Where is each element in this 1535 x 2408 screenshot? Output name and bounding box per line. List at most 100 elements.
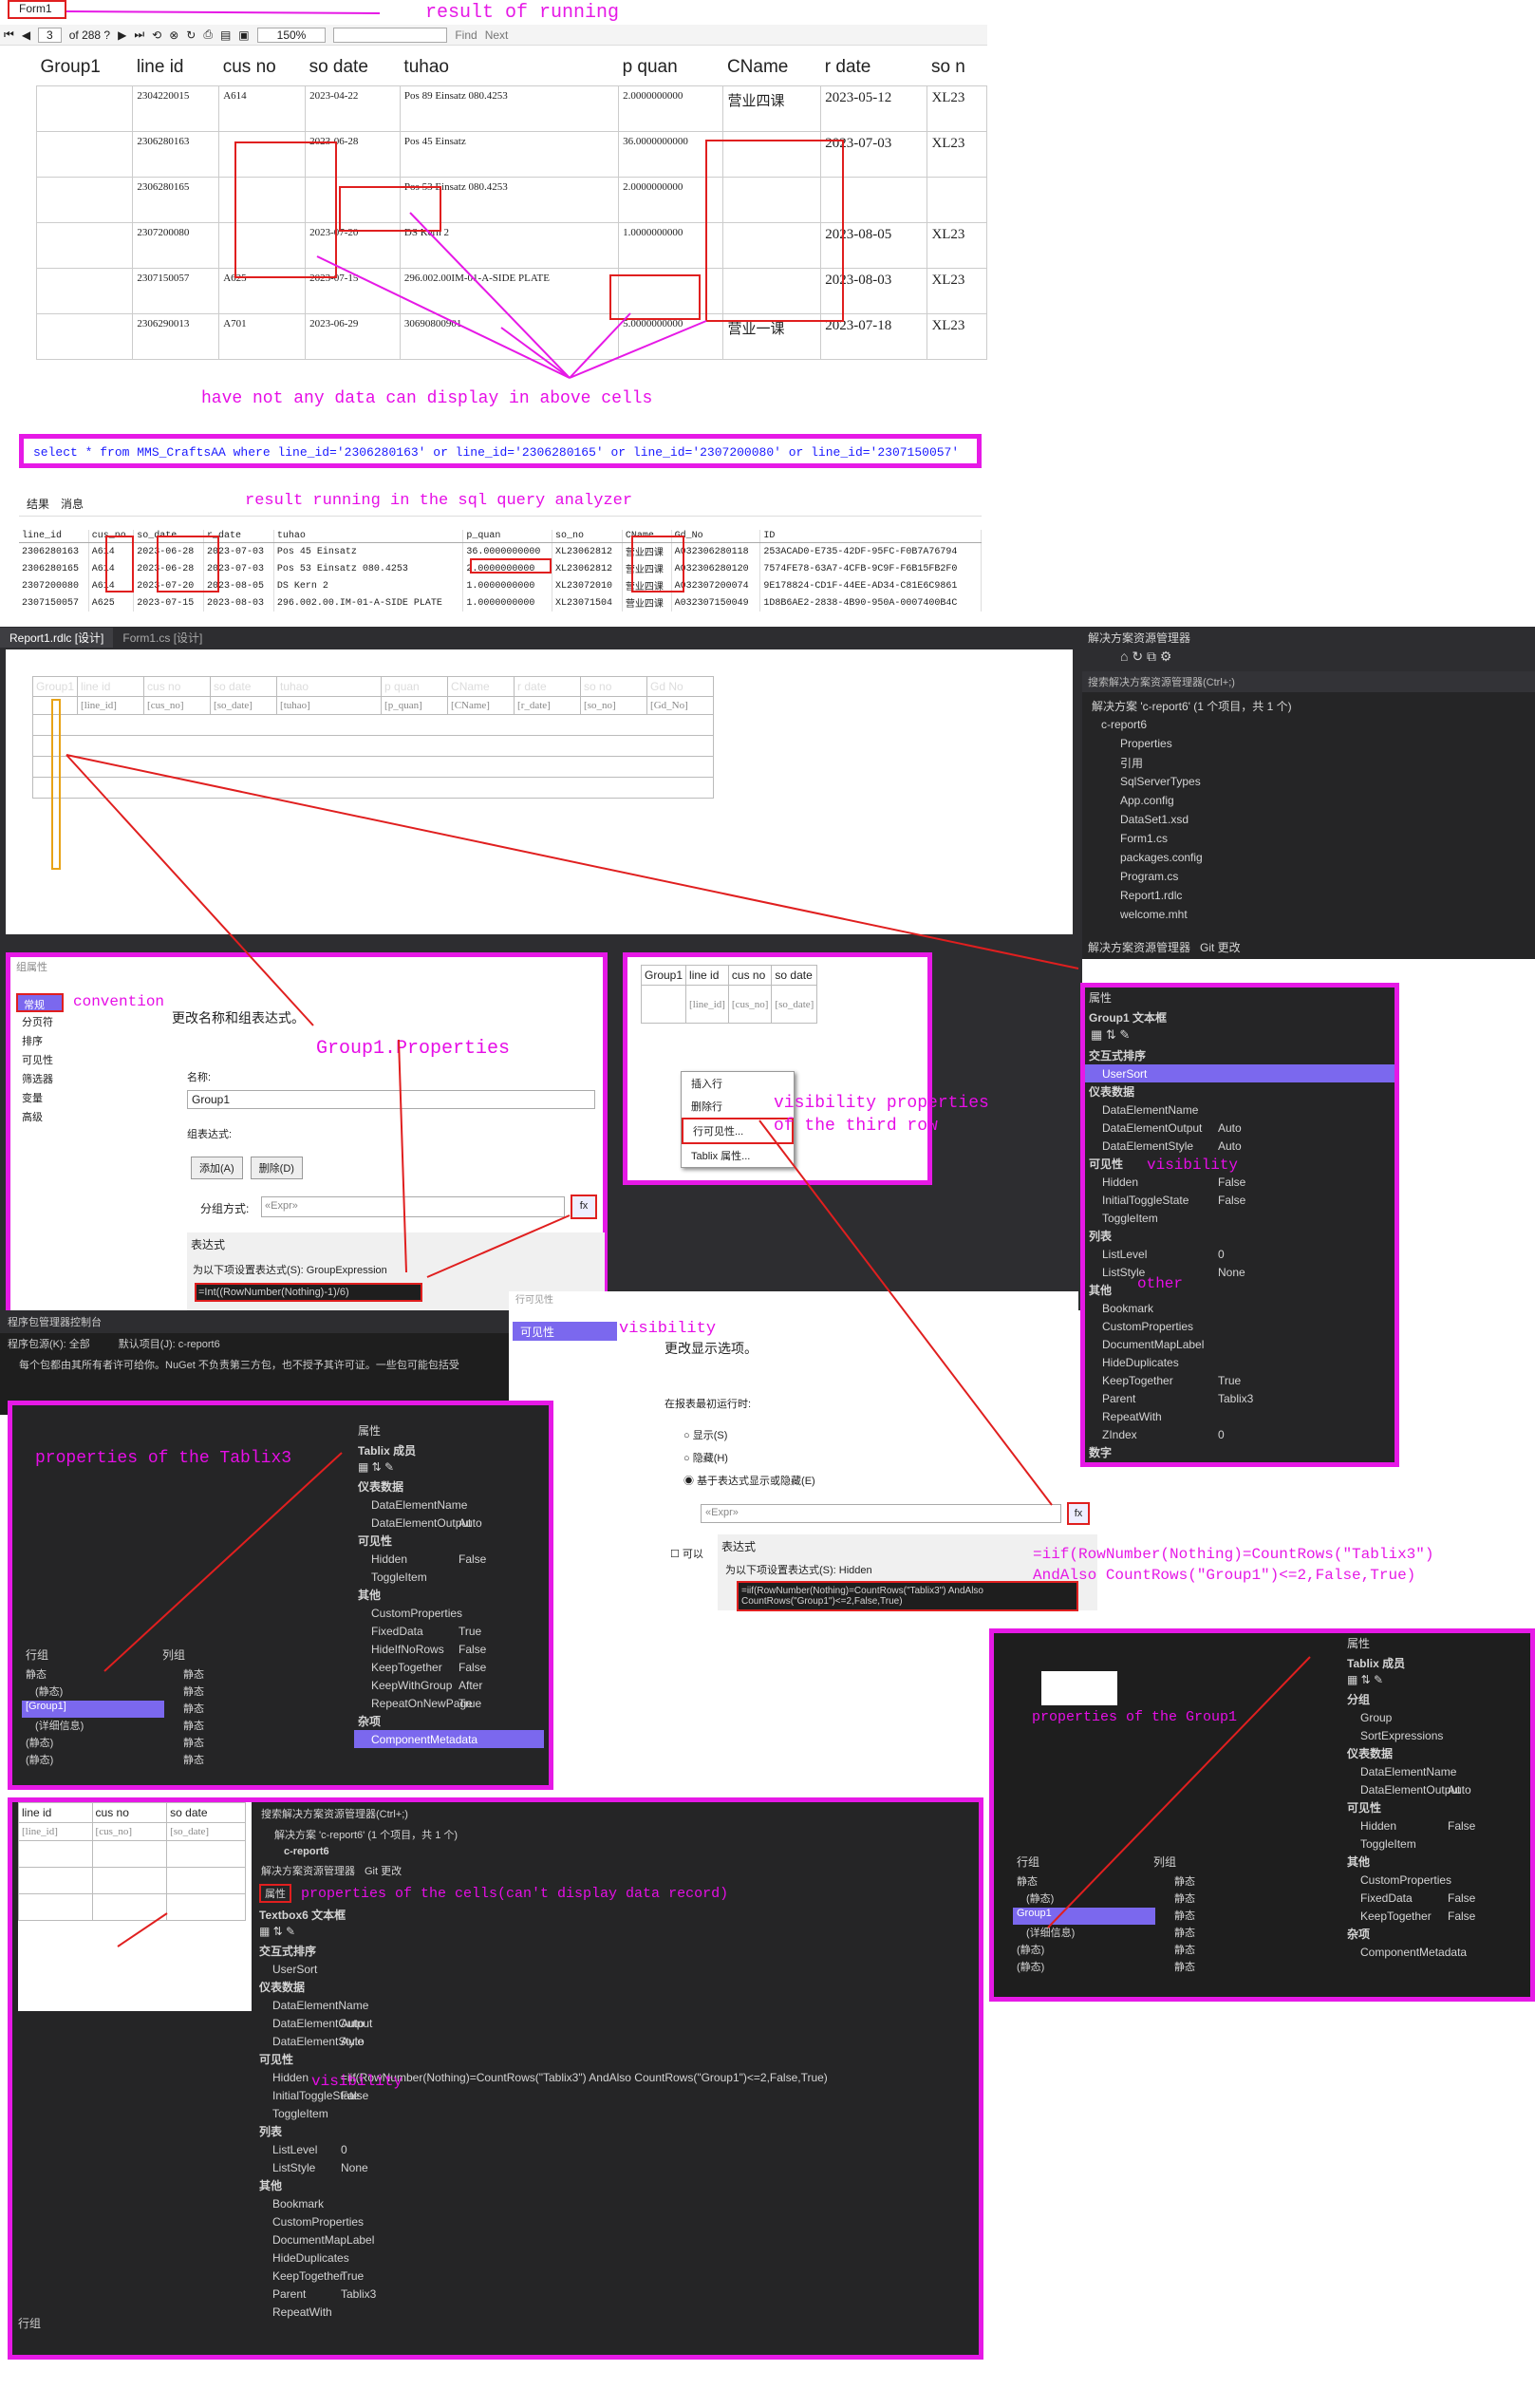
prop-category[interactable]: 可见性 (1085, 1155, 1395, 1173)
layout-icon[interactable]: ▤ (220, 28, 231, 42)
row-group-member[interactable]: 静态 (22, 1666, 164, 1684)
first-page-icon[interactable]: ⏮ (4, 28, 14, 42)
solution-item[interactable]: DataSet1.xsd (1092, 810, 1535, 829)
prop-row[interactable]: DataElementOutput Auto (255, 2014, 983, 2032)
prop-value[interactable]: 0 (1218, 1248, 1395, 1261)
print-icon[interactable]: ⎙ (203, 28, 213, 42)
radio-selected-icon[interactable]: ◉ (683, 1476, 697, 1487)
prop-value[interactable]: False (1448, 1819, 1533, 1833)
prop-row[interactable]: DocumentMapLabel (1085, 1335, 1395, 1353)
prop-row[interactable]: RepeatOnNewPage True (354, 1694, 544, 1712)
prop-category[interactable]: 其他 (255, 2176, 983, 2194)
prop-row[interactable]: DataElementName (354, 1496, 544, 1514)
prop-row[interactable]: ListStyle None (1085, 1263, 1395, 1281)
find-input[interactable] (333, 27, 448, 43)
prop-row[interactable]: CustomProperties (354, 1604, 544, 1622)
solution-item[interactable]: c-report6 (1092, 715, 1535, 734)
sql-query[interactable]: select * from MMS_CraftsAA where line_id… (19, 434, 982, 468)
prop-row[interactable]: Parent Tablix3 (255, 2285, 983, 2303)
prop-row[interactable]: ComponentMetadata (1343, 1943, 1533, 1961)
prop-row[interactable]: Bookmark (1085, 1299, 1395, 1317)
prop-row[interactable]: DataElementName (1085, 1101, 1395, 1119)
prop-row[interactable]: ToggleItem (354, 1568, 544, 1586)
prop-row[interactable]: DataElementStyle Auto (255, 2032, 983, 2050)
pm-project[interactable]: 默认项目(J): c-report6 (119, 1336, 220, 1351)
add-button[interactable]: 添加(A) (191, 1157, 243, 1179)
visibility-option[interactable]: ○ 显示(S) (683, 1424, 815, 1447)
delete-button[interactable]: 删除(D) (250, 1157, 303, 1179)
row-group-member[interactable]: (静态) (22, 1735, 164, 1752)
prop-value[interactable]: False (459, 1552, 544, 1566)
groupdlg-nav-item[interactable]: 常规 (16, 993, 64, 1012)
prop-value[interactable]: False (1218, 1176, 1395, 1189)
prop-value[interactable]: True (1218, 1374, 1395, 1387)
col-group-member[interactable]: 静态 (183, 1718, 326, 1735)
vis-fx-button[interactable]: fx (1067, 1502, 1090, 1525)
t3-toolbar[interactable]: ▦ ⇅ ✎ (354, 1460, 544, 1477)
prop-row[interactable]: Bookmark (255, 2194, 983, 2212)
prop-category[interactable]: 仪表数据 (255, 1978, 983, 1996)
cell-grid-field[interactable]: [line_id] (18, 1822, 93, 1841)
prop-category[interactable]: 交互式排序 (255, 1942, 983, 1960)
tab-git[interactable]: Git 更改 (1200, 939, 1241, 955)
prop-category[interactable]: 可见性 (354, 1532, 544, 1550)
prop-row[interactable]: HideDuplicates (1085, 1353, 1395, 1371)
prop-row[interactable]: DataElementOutput Auto (1085, 1119, 1395, 1137)
cell-toolbar[interactable]: ▦ ⇅ ✎ (255, 1925, 983, 1942)
col-group-member[interactable]: 静态 (183, 1752, 326, 1769)
solution-item[interactable]: Report1.rdlc (1092, 886, 1535, 905)
row-group-member[interactable]: (静态) (22, 1752, 164, 1769)
design-field[interactable]: [r_date] (514, 696, 582, 715)
prop-row[interactable]: Parent Tablix3 (1085, 1389, 1395, 1407)
last-page-icon[interactable]: ⏭ (134, 28, 144, 42)
prop-row[interactable]: HideDuplicates (255, 2248, 983, 2267)
prop-row[interactable]: RepeatWith (1085, 1407, 1395, 1425)
group-expr-select[interactable]: «Expr» (261, 1196, 565, 1217)
prop-value[interactable]: Auto (459, 1516, 544, 1530)
prop-row[interactable]: FixedData True (354, 1622, 544, 1640)
prop-category[interactable]: 其他 (354, 1586, 544, 1604)
pm-source[interactable]: 程序包源(K): 全部 (8, 1336, 90, 1351)
prop-category[interactable]: 可见性 (1343, 1798, 1533, 1816)
prop-category[interactable]: 其他 (1343, 1853, 1533, 1871)
prop-value[interactable]: False (459, 1661, 544, 1674)
prop-row[interactable]: KeepTogether False (1343, 1907, 1533, 1925)
prop-row[interactable]: UserSort (1085, 1064, 1395, 1082)
solution-item[interactable]: SqlServerTypes (1092, 772, 1535, 791)
stop-icon[interactable]: ⊗ (169, 28, 178, 42)
col-group-member[interactable]: 静态 (183, 1701, 326, 1718)
cell-grid-field[interactable]: [so_date] (166, 1822, 246, 1841)
design-field[interactable]: [tuhao] (276, 696, 383, 715)
cell-grid-header[interactable]: so date (166, 1802, 246, 1823)
tab-report-design[interactable]: Report1.rdlc [设计] (0, 627, 114, 648)
row-group-member[interactable]: (详细信息) (1013, 1925, 1155, 1942)
row-group-member[interactable]: (静态) (1013, 1959, 1155, 1976)
visibility-option[interactable]: ○ 隐藏(H) (683, 1447, 815, 1470)
prop-value[interactable]: Auto (1448, 1783, 1533, 1797)
prop-row[interactable]: DocumentMapLabel (255, 2230, 983, 2248)
prop-category[interactable]: 仪表数据 (354, 1477, 544, 1496)
row-group-member[interactable]: (详细信息) (22, 1718, 164, 1735)
g1-toolbar[interactable]: ▦ ⇅ ✎ (1343, 1673, 1533, 1690)
prop-row[interactable]: Hidden False (354, 1550, 544, 1568)
sql-row[interactable]: 2306280163 A614 2023-06-28 2023-07-03 Pos 45… (19, 542, 982, 560)
radio-icon[interactable]: ○ (683, 1453, 693, 1464)
zoom-select[interactable]: 150% (256, 27, 327, 43)
design-header[interactable]: tuhao (276, 676, 383, 697)
groupdlg-nav-item[interactable]: 高级 (16, 1107, 159, 1126)
prop-category[interactable]: 其他 (1085, 1281, 1395, 1299)
prop-row[interactable]: ListLevel 0 (1085, 1245, 1395, 1263)
solution-item[interactable]: 引用 (1092, 753, 1535, 772)
vis-expr-input[interactable]: «Expr» (701, 1504, 1061, 1523)
prop-value[interactable]: None (1218, 1266, 1395, 1279)
prop-row[interactable]: Hidden False (1343, 1816, 1533, 1834)
refresh-icon[interactable]: ↻ (186, 28, 196, 42)
prop-value[interactable]: Auto (341, 2017, 983, 2030)
back-icon[interactable]: ⟲ (152, 28, 161, 42)
tab-messages[interactable]: 消息 (61, 496, 84, 512)
col-group-member[interactable]: 静态 (1174, 1925, 1317, 1942)
solution-item[interactable]: App.config (1092, 791, 1535, 810)
tab-results[interactable]: 结果 (27, 496, 49, 512)
cell-search[interactable]: 搜索解决方案资源管理器(Ctrl+;) (255, 1802, 983, 1825)
design-field[interactable]: [CName] (447, 696, 515, 715)
